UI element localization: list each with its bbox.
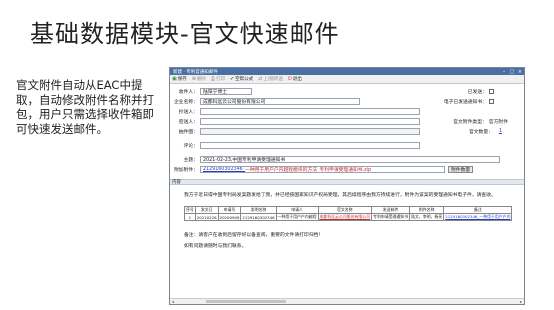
table-header: 发送邮件 [371, 206, 411, 214]
delete-button[interactable]: ⊗ 删除 [192, 76, 206, 82]
close-icon[interactable]: × [516, 68, 524, 75]
table-row: 1 20210226 20200909 2129160302346 一种用于用户… [184, 213, 513, 221]
table-cell: 成都科远云公司股份有限公司 [317, 213, 373, 221]
horizontal-scrollbar[interactable]: ◂ ▸ [170, 298, 524, 304]
body-note-contact: 如有问题请随时与我们联系。 [184, 244, 247, 249]
scroll-right-icon[interactable]: ▸ [520, 299, 522, 304]
table-header: 发明名称 [240, 206, 277, 214]
table-cell: 陆文，李明，杨亮 [409, 213, 445, 221]
body-note: 备注：请客户在收到后留存好以备查阅，重要的文件请打印归档！ [184, 233, 324, 238]
attachment-link[interactable]: 一种用于用户户内越程模块的方法_专利申请受理通知书.zip [245, 167, 371, 172]
slide-description: 官文附件自动从EAC中提取，自动修改附件名称并打包，用户只需选择收件箱即可快速发… [16, 78, 154, 136]
body-paragraph: 我方于近日得中国专利局发案题发给了我，并已经按国家知识产权局受理，其后续程序由我… [184, 193, 496, 198]
cc-label: 抄送人： [178, 110, 198, 115]
table-header: 申请号 [217, 206, 242, 214]
toolbar: ▣ 保存 ⊗ 删除 ⎙ 打印 ✔ 空帮公式 ⇄ 上/翻转送 ⏻ 退出 [170, 75, 524, 84]
attachment-field[interactable]: 2129160302346_ 一种用于用户户内越程模块的方法_专利申请受理通知书… [200, 166, 445, 173]
check-icon: ✔ [229, 75, 235, 82]
doc-type-label: 官文附件类型： [453, 120, 487, 125]
read-receipt-label: 电子已发送通知书： [443, 100, 487, 105]
email-form: 收件人： 陆阳宁博士 已发送： 企业名称： 成都科远云公司股份有限公司 电子已发… [170, 84, 524, 179]
doc-type-value: 官方附件 [488, 120, 508, 125]
doc-count-label: 官文数量： [468, 130, 493, 135]
window-title: 新建 · 专利官通知邮件 [173, 69, 218, 75]
save-icon: ▣ [172, 75, 177, 82]
table-header: 官文名称 [317, 206, 373, 214]
table-cell: 2129160302346 [240, 213, 277, 221]
window-titlebar: 新建 · 专利官通知邮件 – □ × [170, 68, 524, 75]
table-cell: 一种用于用户户内越程 [275, 213, 319, 221]
table-header-row: 序号 发文日 申请号 发明名称 申请人 官文名称 发送邮件 附件名称 备注 [184, 206, 513, 214]
slide-title: 基础数据模块-官文快速邮件 [30, 20, 340, 48]
document-table: 序号 发文日 申请号 发明名称 申请人 官文名称 发送邮件 附件名称 备注 1 [184, 206, 513, 221]
read-receipt-checkbox[interactable] [489, 99, 494, 104]
save-button[interactable]: ▣ 保存 [172, 76, 187, 82]
table-header: 申请人 [275, 206, 319, 214]
exit-icon: ⏻ [287, 75, 292, 82]
cc-field[interactable] [200, 108, 420, 115]
sent-label: 已发送： [467, 90, 487, 95]
print-icon: ⎙ [210, 75, 215, 82]
company-field[interactable]: 成都科远云公司股份有限公司 [200, 98, 360, 105]
company-label: 企业名称： [174, 100, 198, 105]
doc-count-value[interactable]: 1 [499, 129, 502, 134]
minimize-icon[interactable]: – [500, 68, 508, 75]
table-cell: 20200909 [217, 213, 242, 221]
attachment-type-field[interactable] [200, 128, 420, 135]
table-header: 附件名称 [409, 206, 445, 214]
recipient-label: 收件人： [178, 90, 198, 95]
forward-button[interactable]: ⇄ 上/翻转送 [258, 76, 283, 82]
remark-field[interactable] [200, 142, 420, 149]
maximize-icon[interactable]: □ [508, 68, 516, 75]
print-button[interactable]: ⎙ 打印 [211, 76, 225, 82]
table-cell: 20210226 [194, 213, 219, 221]
scroll-left-icon[interactable]: ◂ [172, 299, 174, 304]
table-cell[interactable]: 2129160302346_一种用于用户户内 [443, 213, 513, 221]
table-header: 发文日 [194, 206, 219, 214]
scroll-thumb[interactable] [206, 300, 286, 303]
attachment-label: 附加附件： [174, 168, 198, 173]
bcc-label: 密送人： [178, 120, 198, 125]
table-header: 备注 [443, 206, 513, 214]
remark-label: 评论： [183, 144, 198, 149]
subject-label: 主题： [183, 158, 198, 163]
delete-icon: ⊗ [191, 75, 196, 82]
sent-checkbox[interactable] [489, 89, 494, 94]
check-formula-button[interactable]: ✔ 空帮公式 [230, 76, 253, 82]
slide: 基础数据模块-官文快速邮件 官文附件自动从EAC中提取，自动修改附件名称并打包，… [0, 0, 554, 310]
table-header: 序号 [184, 206, 196, 214]
table-cell: 1 [184, 213, 196, 221]
subject-field[interactable]: 2021-02-23,中国专利申请受理通知书 [200, 156, 500, 163]
recipient-field[interactable]: 陆阳宁博士 [200, 88, 252, 95]
attachment-prefix: 2129160302346_ [203, 167, 246, 172]
bcc-field[interactable] [200, 118, 420, 125]
attachment-count-button[interactable]: 附件数量 [448, 166, 474, 173]
table-cell: 专利申请受理通知书 [371, 213, 411, 221]
email-window: 新建 · 专利官通知邮件 – □ × ▣ 保存 ⊗ 删除 ⎙ 打印 ✔ 空帮公式 ⇄ 上/… [169, 67, 525, 305]
attachment-type-label: 抽件图： [178, 130, 198, 135]
forward-icon: ⇄ [258, 75, 263, 82]
exit-button[interactable]: ⏻ 退出 [288, 76, 302, 82]
email-body[interactable]: 我方于近日得中国专利局发案题发给了我，并已经按国家知识产权局受理，其后续程序由我… [170, 185, 524, 303]
